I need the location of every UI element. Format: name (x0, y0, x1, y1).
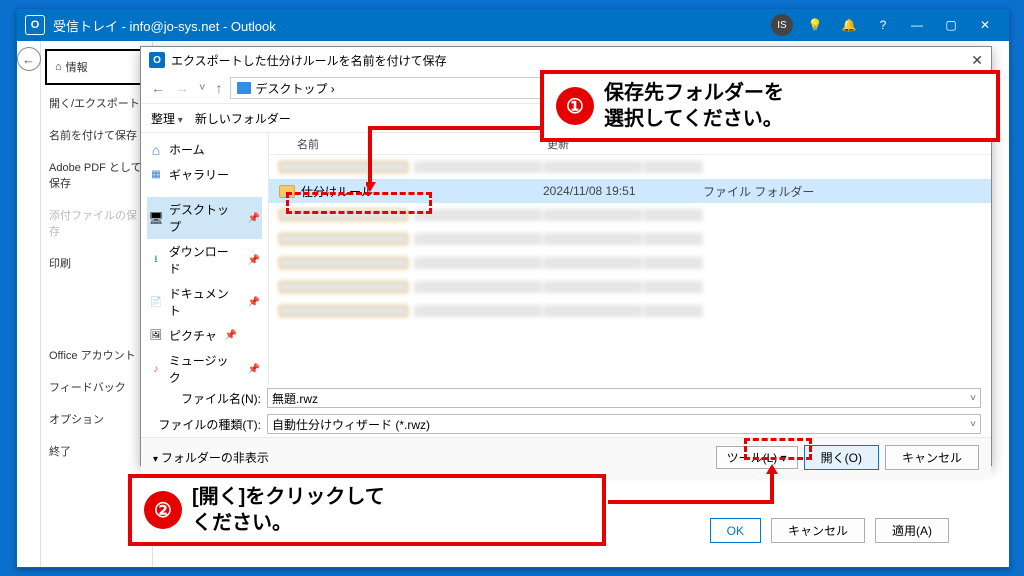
tree-music[interactable]: ミュージック📌 (147, 348, 262, 385)
desktop-icon (237, 82, 251, 94)
list-item[interactable]: xxxxxxxx (269, 299, 991, 323)
callout-1-num: ① (556, 87, 594, 125)
organize-button[interactable]: 整理 (151, 110, 183, 127)
outlook-dialog-buttons: OK キャンセル 適用(A) (710, 518, 949, 543)
titlebar: O 受信トレイ - info@jo-sys.net - Outlook IS 💡… (17, 9, 1009, 41)
sidebar-item-adobe-pdf[interactable]: Adobe PDF として保存 (41, 151, 152, 199)
outlook-icon: O (25, 15, 45, 35)
help-icon[interactable]: ? (867, 11, 899, 39)
sidebar-item-exit[interactable]: 終了 (41, 435, 152, 467)
filetype-label: ファイルの種類(T): (151, 416, 261, 433)
tree-downloads[interactable]: ダウンロード📌 (147, 239, 262, 281)
close-button[interactable]: ✕ (969, 11, 1001, 39)
filename-row: ファイル名(N): 無題.rwz˅ (141, 385, 991, 411)
dialog-icon: O (149, 52, 165, 68)
cancel-button[interactable]: キャンセル (885, 445, 979, 470)
tree-documents[interactable]: ドキュメント📌 (147, 281, 262, 323)
dashed-highlight-open (744, 438, 812, 460)
nav-back-icon[interactable]: ← (149, 80, 167, 96)
open-button[interactable]: 開く(O) (804, 445, 879, 470)
list-item[interactable]: xxxxxxxx (269, 275, 991, 299)
breadcrumb[interactable]: デスクトップ › (255, 80, 334, 97)
dashed-highlight-row (286, 192, 432, 214)
arrow-2 (604, 460, 784, 510)
list-item[interactable]: xxxxxxxx (269, 251, 991, 275)
callout-2-text: [開く]をクリックして ください。 (192, 484, 385, 536)
filename-label: ファイル名(N): (151, 390, 261, 407)
sidebar-item-feedback[interactable]: フィードバック (41, 371, 152, 403)
tree-desktop[interactable]: デスクトップ📌 (147, 197, 262, 239)
folder-tree: ホーム ギャラリー デスクトップ📌 ダウンロード📌 ドキュメント📌 ピクチャ📌 … (141, 133, 269, 385)
window-title: 受信トレイ - info@jo-sys.net - Outlook (53, 16, 771, 35)
callout-1-text: 保存先フォルダーを 選択してください。 (604, 80, 784, 132)
callout-2: ② [開く]をクリックして ください。 (128, 474, 606, 546)
user-avatar[interactable]: IS (771, 14, 793, 36)
nav-forward-icon[interactable]: → (173, 80, 191, 96)
sidebar-item-account[interactable]: Office アカウント (41, 339, 152, 371)
filename-input[interactable]: 無題.rwz˅ (267, 388, 981, 408)
callout-1: ① 保存先フォルダーを 選択してください。 (540, 70, 1000, 142)
list-item[interactable]: xxxxxxxx (269, 227, 991, 251)
dialog-button-row: フォルダーの非表示 ツール(L) ▾ 開く(O) キャンセル (141, 437, 991, 477)
sidebar-item-open-export[interactable]: 開く/エクスポート (41, 87, 152, 119)
maximize-button[interactable]: ▢ (935, 11, 967, 39)
lightbulb-icon[interactable]: 💡 (799, 11, 831, 39)
ok-button[interactable]: OK (710, 518, 761, 543)
tree-pictures[interactable]: ピクチャ📌 (147, 323, 262, 348)
cancel-button-outlook[interactable]: キャンセル (771, 518, 865, 543)
nav-up-icon[interactable]: ↑ (213, 80, 224, 96)
new-folder-button[interactable]: 新しいフォルダー (195, 110, 291, 127)
sidebar-item-options[interactable]: オプション (41, 403, 152, 435)
dialog-title: エクスポートした仕分けルールを名前を付けて保存 (171, 52, 447, 69)
hide-folders-toggle[interactable]: フォルダーの非表示 (153, 449, 269, 466)
sidebar-item-save-attachments: 添付ファイルの保存 (41, 199, 152, 247)
nav-recent-icon[interactable]: ˅ (197, 82, 207, 94)
arrow-1 (366, 122, 566, 202)
minimize-button[interactable]: — (901, 11, 933, 39)
tree-gallery[interactable]: ギャラリー (147, 162, 262, 187)
tree-home[interactable]: ホーム (147, 137, 262, 162)
sidebar-item-info[interactable]: ⌂情報 (45, 49, 148, 85)
sidebar-item-save-as[interactable]: 名前を付けて保存 (41, 119, 152, 151)
file-type: ファイル フォルダー (703, 183, 863, 200)
callout-2-num: ② (144, 491, 182, 529)
back-rail: ← (17, 41, 41, 567)
sidebar-item-print[interactable]: 印刷 (41, 247, 152, 279)
filetype-select[interactable]: 自動仕分けウィザード (*.rwz)˅ (267, 414, 981, 434)
back-button[interactable]: ← (17, 47, 41, 71)
dialog-close-button[interactable]: ✕ (971, 52, 983, 69)
speaker-icon[interactable]: 🔔 (833, 11, 865, 39)
filetype-row: ファイルの種類(T): 自動仕分けウィザード (*.rwz)˅ (141, 411, 991, 437)
file-date: 2024/11/08 19:51 (543, 184, 703, 198)
apply-button[interactable]: 適用(A) (875, 518, 949, 543)
